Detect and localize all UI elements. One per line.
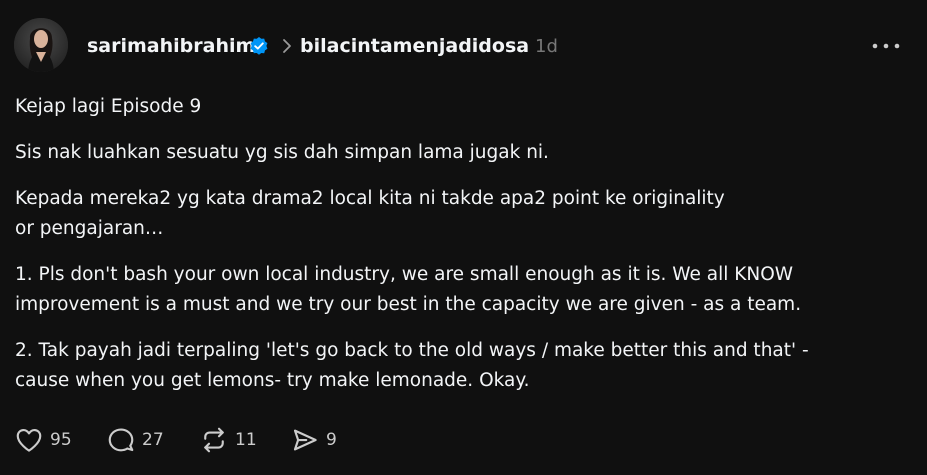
post-paragraph: 2. Tak payah jadi terpaling 'let's go ba… [15, 340, 809, 391]
community-name[interactable]: bilacintamenjadidosa [300, 34, 529, 58]
reply-count: 27 [142, 430, 164, 450]
comment-icon [108, 428, 134, 452]
post-timestamp: 1d [535, 36, 558, 57]
post-paragraph: Kejap lagi Episode 9 [15, 96, 202, 117]
post-header: sarimahibrahim bilacintamenjadidosa 1d [0, 0, 927, 92]
heart-icon [16, 428, 42, 452]
post-paragraph: Sis nak luahkan sesuatu yg sis dah simpa… [15, 142, 549, 163]
send-icon [293, 429, 317, 451]
repost-button[interactable]: 11 [199, 420, 257, 460]
share-button[interactable]: 9 [290, 420, 337, 460]
post-paragraph: 1. Pls don't bash your own local industr… [15, 264, 802, 315]
author-username[interactable]: sarimahibrahim [87, 34, 255, 58]
like-button[interactable]: 95 [14, 420, 72, 460]
like-count: 95 [50, 430, 72, 450]
post-body: Kejap lagi Episode 9 Sis nak luahkan ses… [15, 92, 905, 412]
verified-badge-icon [250, 37, 268, 55]
repost-icon [204, 427, 224, 453]
share-count: 9 [326, 430, 337, 450]
avatar[interactable] [14, 18, 68, 72]
post-paragraph: Kepada mereka2 yg kata drama2 local kita… [15, 188, 725, 239]
chevron-right-icon [283, 39, 291, 53]
avatar-image [14, 18, 68, 72]
more-options-icon[interactable] [866, 32, 906, 60]
reply-button[interactable]: 27 [106, 420, 164, 460]
repost-count: 11 [235, 430, 257, 450]
